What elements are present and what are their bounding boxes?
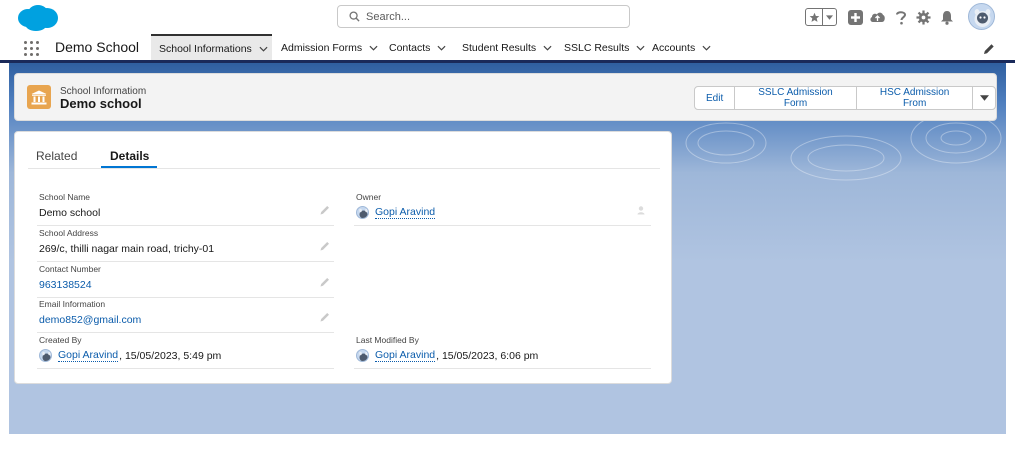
chevron-down-icon[interactable] [702,45,711,51]
user-link[interactable]: Gopi Aravind [375,206,436,219]
nav-item-label: Student Results [462,41,537,54]
salesforce-cloud-logo[interactable] [14,3,60,33]
field-value: Demo school [39,207,101,219]
chevron-down-icon[interactable] [259,46,268,52]
field-value: Gopi Aravind [356,206,436,219]
timestamp: , 15/05/2023, 5:49 pm [119,349,222,362]
nav-item-school-informations[interactable]: School Informations [151,34,272,61]
edit-pencil-icon[interactable] [320,312,330,322]
nav-item-sslc-results[interactable]: SSLC Results [564,34,645,61]
chevron-down-icon [979,95,989,101]
field-school-name: School Name Demo school [37,192,334,226]
field-value: 269/c, thilli nagar main road, trichy-01 [39,243,215,255]
nav-item-student-results[interactable]: Student Results [462,34,552,61]
timestamp: , 15/05/2023, 6:06 pm [436,349,539,362]
field-label: Contact Number [39,264,101,274]
edit-button[interactable]: Edit [694,86,736,110]
edit-pencil-icon[interactable] [320,241,330,251]
email-link[interactable]: demo852@gmail.com [39,314,141,326]
trailhead-icon[interactable] [869,9,886,26]
user-avatar-icon [356,349,369,362]
nav-item-label: School Informations [159,42,252,55]
field-label: Email Information [39,299,106,309]
user-avatar[interactable] [968,3,995,30]
global-actions-add-icon[interactable] [847,9,864,26]
field-value: Gopi Aravind , 15/05/2023, 5:49 pm [39,349,221,362]
school-building-icon [27,85,51,109]
phone-link[interactable]: 963138524 [39,279,92,291]
field-contact-number: Contact Number 963138524 [37,264,334,298]
chevron-down-icon[interactable] [437,45,446,51]
app-navigation-bar: Demo School School Informations Admissio… [0,34,1015,61]
tab-divider [28,168,660,169]
tab-details[interactable]: Details [110,149,149,163]
field-label: Last Modified By [356,335,419,345]
field-label: School Name [39,192,91,202]
edit-pencil-icon[interactable] [320,277,330,287]
nav-item-label: SSLC Results [564,41,630,54]
sslc-admission-form-button[interactable]: SSLC Admission Form [734,86,857,110]
global-header [0,0,1015,34]
user-link[interactable]: Gopi Aravind [375,349,436,362]
field-label: Owner [356,192,382,202]
header-utility-icons [805,0,1005,34]
field-label: School Address [39,228,99,238]
change-owner-icon[interactable] [637,205,647,215]
user-link[interactable]: Gopi Aravind [58,349,119,362]
hsc-admission-from-button[interactable]: HSC Admission From [855,86,974,110]
nav-item-label: Accounts [652,41,696,54]
user-avatar-icon [356,206,369,219]
field-last-modified-by: Last Modified By Gopi Aravind , 15/05/20… [354,335,651,369]
search-icon [349,11,360,22]
help-icon[interactable] [892,9,909,26]
favorites-button-group [805,8,837,26]
notifications-bell-icon[interactable] [938,9,955,26]
nav-item-label: Contacts [389,41,431,54]
user-avatar-icon [39,349,52,362]
record-action-buttons: Edit SSLC Admission Form HSC Admission F… [694,86,996,110]
tab-related[interactable]: Related [36,149,77,163]
record-highlights-panel: School Informatiom Demo school Edit SSLC… [14,73,997,121]
favorites-list-chevron-down-icon[interactable] [823,9,836,25]
astro-avatar-icon [974,9,991,27]
global-search-box[interactable] [337,5,630,28]
app-launcher-waffle-icon[interactable] [24,41,39,56]
field-value: Gopi Aravind , 15/05/2023, 6:06 pm [356,349,538,362]
nav-item-contacts[interactable]: Contacts [389,34,446,61]
edit-nav-pencil-icon[interactable] [983,43,995,55]
more-actions-button[interactable] [972,86,996,110]
chevron-down-icon[interactable] [369,45,378,51]
field-email-information: Email Information demo852@gmail.com [37,299,334,333]
edit-pencil-icon[interactable] [320,205,330,215]
record-title: Demo school [60,96,142,111]
field-created-by: Created By Gopi Aravind , 15/05/2023, 5:… [37,335,334,369]
chevron-down-icon[interactable] [543,45,552,51]
setup-gear-icon[interactable] [915,9,932,26]
chevron-down-icon[interactable] [636,45,645,51]
record-detail-card: Related Details School Name Demo school … [14,131,672,384]
field-school-address: School Address 269/c, thilli nagar main … [37,228,334,262]
search-input[interactable] [366,10,606,23]
field-owner: Owner Gopi Aravind [354,192,651,226]
app-name: Demo School [55,39,140,55]
nav-item-admission-forms[interactable]: Admission Forms [281,34,378,61]
nav-item-label: Admission Forms [281,41,363,54]
field-label: Created By [39,335,82,345]
nav-item-accounts[interactable]: Accounts [652,34,711,61]
favorites-star-icon[interactable] [806,9,823,25]
